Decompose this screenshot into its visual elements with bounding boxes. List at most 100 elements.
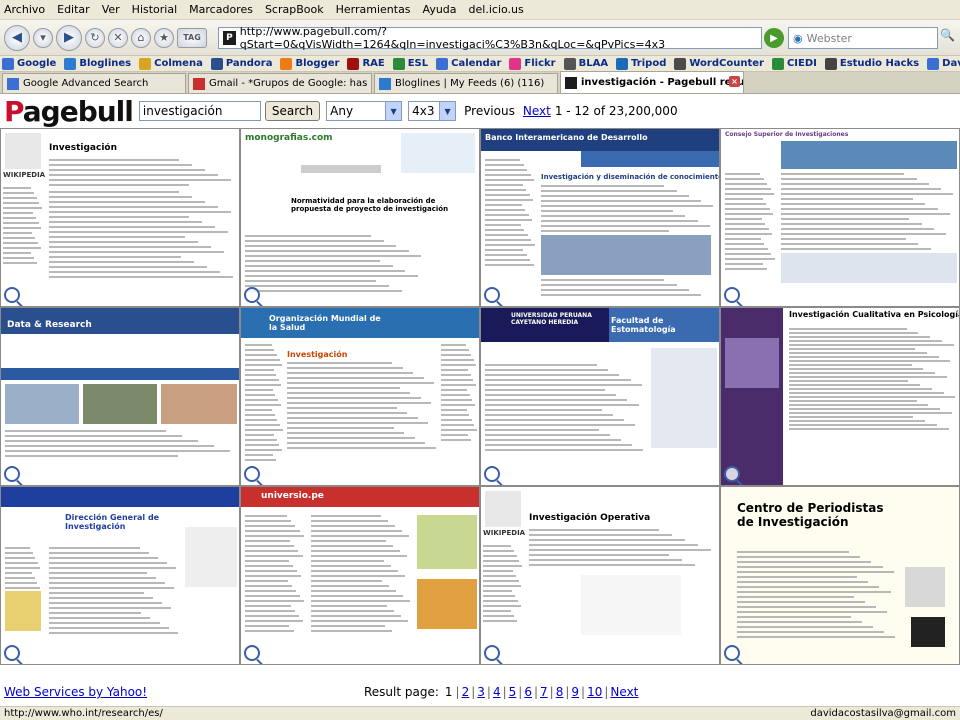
result-thumbnail-4[interactable]: Data & Research <box>0 307 240 486</box>
menu-item-8[interactable]: del.icio.us <box>469 3 524 16</box>
result-thumbnail-3[interactable]: Consejo Superior de Investigaciones <box>720 128 960 307</box>
menu-item-4[interactable]: Marcadores <box>189 3 253 16</box>
next-link[interactable]: Next <box>523 104 551 118</box>
result-thumbnail-1[interactable]: monografias.com Normatividad para la elab… <box>240 128 480 307</box>
photo-3 <box>161 384 237 424</box>
zoom-magnifier-icon[interactable] <box>484 645 500 661</box>
result-thumbnail-6[interactable]: UNIVERSIDAD PERUANA CAYETANO HEREDIA Facu… <box>480 307 720 486</box>
zoom-magnifier-icon[interactable] <box>724 645 740 661</box>
result-thumbnail-9[interactable]: universio.pe <box>240 486 480 665</box>
menu-item-3[interactable]: Historial <box>132 3 177 16</box>
result-thumbnail-5[interactable]: Organización Mundial de la Salud Investig… <box>240 307 480 486</box>
bookmark-0[interactable]: Google <box>2 57 56 70</box>
text-line <box>245 354 277 356</box>
zoom-magnifier-icon[interactable] <box>484 466 500 482</box>
bookmark-5[interactable]: RAE <box>347 57 385 70</box>
text-line <box>485 209 525 211</box>
tab-1[interactable]: Gmail - *Grupos de Google: has cread... <box>188 73 372 93</box>
text-line <box>245 630 294 632</box>
tab-3[interactable]: investigación - Pagebull results 1...× <box>560 71 744 93</box>
footer-next-link[interactable]: Next <box>610 685 638 699</box>
tab-0[interactable]: Google Advanced Search <box>2 73 186 93</box>
pagebull-search-button[interactable]: Search <box>264 101 321 121</box>
menu-item-0[interactable]: Archivo <box>4 3 45 16</box>
text-line <box>483 595 515 597</box>
text-line <box>485 189 526 191</box>
menu-item-5[interactable]: ScrapBook <box>265 3 324 16</box>
bookmark-13[interactable]: Estudio Hacks <box>824 57 919 70</box>
type-select[interactable]: Any ▼ <box>326 101 403 121</box>
zoom-magnifier-icon[interactable] <box>244 466 260 482</box>
tab-close-icon[interactable]: × <box>729 76 740 87</box>
bookmark-4[interactable]: Blogger <box>280 57 339 70</box>
text-line <box>49 271 221 273</box>
result-thumbnail-11[interactable]: Centro de Periodistas de Investigación <box>720 486 960 665</box>
zoom-magnifier-icon[interactable] <box>724 287 740 303</box>
page-link-8[interactable]: 8 <box>556 685 564 699</box>
zoom-magnifier-icon[interactable] <box>4 287 20 303</box>
bookmark-3[interactable]: Pandora <box>210 57 272 70</box>
page-link-6[interactable]: 6 <box>524 685 532 699</box>
home-icon[interactable]: ⌂ <box>131 27 151 48</box>
text-lines <box>541 185 717 235</box>
result-thumbnail-2[interactable]: Banco Interamericano de Desarrollo Invest… <box>480 128 720 307</box>
zoom-magnifier-icon[interactable] <box>724 466 740 482</box>
result-thumbnail-0[interactable]: WIKIPEDIA Investigación <box>0 128 240 307</box>
back-arrow-icon[interactable]: ◀ <box>4 24 30 51</box>
search-engine-icon: ◉ <box>793 31 803 45</box>
web-services-link[interactable]: Web Services by Yahoo! <box>4 685 147 699</box>
bookmark-12[interactable]: CIEDI <box>771 57 817 70</box>
bookmark-star-icon[interactable]: ★ <box>154 27 174 48</box>
text-line <box>529 554 669 556</box>
page-link-3[interactable]: 3 <box>477 685 485 699</box>
text-line <box>49 632 178 634</box>
zoom-magnifier-icon[interactable] <box>4 466 20 482</box>
bookmark-7[interactable]: Calendar <box>436 57 501 70</box>
tag-button[interactable]: TAG <box>177 27 207 48</box>
bookmark-14[interactable]: David Google <box>927 57 960 70</box>
page-link-4[interactable]: 4 <box>493 685 501 699</box>
menu-item-7[interactable]: Ayuda <box>423 3 457 16</box>
reload-icon[interactable]: ↻ <box>85 27 105 48</box>
result-thumbnail-10[interactable]: WIKIPEDIA Investigación Operativa <box>480 486 720 665</box>
pagebull-search-input[interactable]: investigación <box>138 101 261 121</box>
bookmark-label: Colmena <box>154 58 203 69</box>
text-line <box>441 374 471 376</box>
result-thumbnail-8[interactable]: Dirección General de Investigación <box>0 486 240 665</box>
bookmark-11[interactable]: WordCounter <box>674 57 764 70</box>
menu-item-6[interactable]: Herramientas <box>336 3 411 16</box>
page-link-2[interactable]: 2 <box>462 685 470 699</box>
forward-arrow-icon[interactable]: ▶ <box>56 24 82 51</box>
search-engine-input[interactable]: ◉ Webster <box>788 27 938 49</box>
zoom-magnifier-icon[interactable] <box>244 645 260 661</box>
text-line <box>737 556 861 558</box>
tab-2[interactable]: Bloglines | My Feeds (6) (116) <box>374 73 558 93</box>
menu-item-2[interactable]: Ver <box>102 3 120 16</box>
text-line <box>441 369 468 371</box>
layout-select[interactable]: 4x3 ▼ <box>408 101 457 121</box>
page-link-9[interactable]: 9 <box>571 685 579 699</box>
pagebull-logo[interactable]: Pagebull <box>4 95 134 128</box>
stop-icon[interactable]: ✕ <box>108 27 128 48</box>
text-line <box>287 387 400 389</box>
go-button[interactable]: ▶ <box>764 28 784 48</box>
search-magnifier-icon[interactable]: 🔍 <box>940 28 958 48</box>
back-history-dropdown-icon[interactable]: ▾ <box>33 27 53 48</box>
zoom-magnifier-icon[interactable] <box>484 287 500 303</box>
bookmark-2[interactable]: Colmena <box>139 57 203 70</box>
page-link-5[interactable]: 5 <box>509 685 517 699</box>
bookmark-6[interactable]: ESL <box>392 57 428 70</box>
menu-item-1[interactable]: Editar <box>57 3 90 16</box>
bookmark-10[interactable]: Tripod <box>616 57 666 70</box>
url-input[interactable]: P http://www.pagebull.com/?qStart=0&qVis… <box>218 25 762 51</box>
result-thumbnail-7[interactable]: Investigación Cualitativa en Psicología <box>720 307 960 486</box>
page-link-10[interactable]: 10 <box>587 685 602 699</box>
bookmark-9[interactable]: BLAA <box>563 57 608 70</box>
text-line <box>485 434 610 436</box>
text-line <box>781 173 905 175</box>
bookmark-1[interactable]: Bloglines <box>64 57 131 70</box>
zoom-magnifier-icon[interactable] <box>4 645 20 661</box>
zoom-magnifier-icon[interactable] <box>244 287 260 303</box>
bookmark-8[interactable]: Flickr <box>509 57 556 70</box>
page-link-7[interactable]: 7 <box>540 685 548 699</box>
